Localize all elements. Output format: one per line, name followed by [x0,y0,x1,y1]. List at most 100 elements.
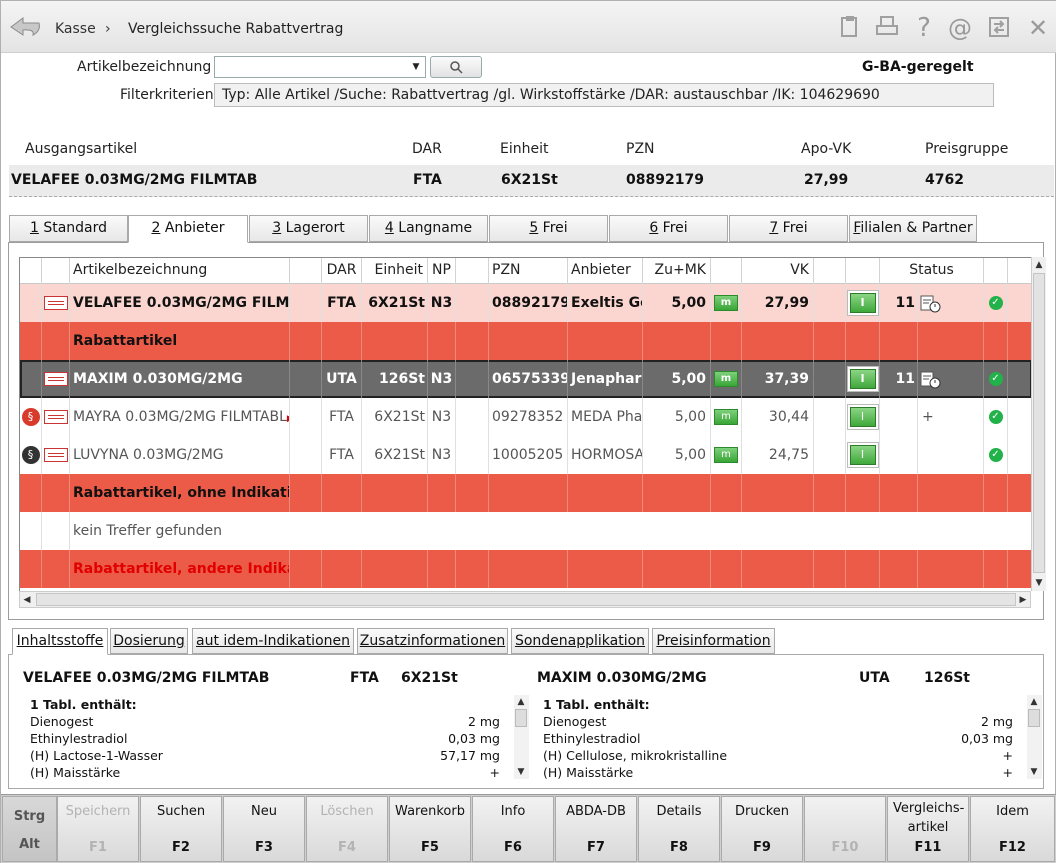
function-key-code: F9 [753,840,771,855]
function-key-f3[interactable]: Neu F3 [223,796,305,862]
scroll-thumb[interactable] [1028,709,1040,727]
info-i-button[interactable]: I [849,293,876,313]
switch-window-icon[interactable] [986,15,1012,41]
function-key-f7[interactable]: ABDA-DB F7 [555,796,637,862]
tab-frei-6[interactable]: 6 Frei [609,215,728,242]
grid-header: Artikelbezeichnung DAR Einheit NP PZN An… [20,258,1031,284]
table-row-selected[interactable]: MAXIM 0.030MG/2MG UTA 126St N3 06575339 … [20,360,1031,398]
scroll-thumb[interactable] [1033,273,1045,573]
col-blank2 [456,258,489,284]
function-key-label: Idem [996,804,1029,819]
ingredient-line: (H) Maisstärke + [30,765,500,780]
function-key-f6[interactable]: Info F6 [472,796,554,862]
scroll-up-icon[interactable]: ▲ [1032,258,1046,272]
col-blank [290,258,322,284]
scroll-down-icon[interactable]: ▼ [1032,576,1046,590]
row-dar: FTA [322,398,362,436]
tab-preisinformation[interactable]: Preisinformation [652,628,775,654]
tab-sondenapplikation[interactable]: Sondenapplikation [511,628,649,654]
tab-frei-5[interactable]: 5 Frei [489,215,608,242]
tab-zusatzinformationen[interactable]: Zusatzinformationen [357,628,508,654]
back-arrow-icon[interactable] [9,15,43,39]
function-key-f5[interactable]: Warenkorb F5 [389,796,471,862]
filter-label: Filterkriterien [120,87,214,103]
check-ok-icon: ✓ [988,296,1003,310]
table-row[interactable]: § LUVYNA 0.03MG/2MG FTA 6X21St N3 100052… [20,436,1031,474]
function-key-f9[interactable]: Drucken F9 [721,796,803,862]
close-icon[interactable]: ✕ [1025,15,1051,41]
ingredient-line: 1 Tabl. enthält: [543,697,650,712]
row-vk: 27,99 [742,284,814,322]
row-pzn: 10005205 [489,436,568,474]
col-check [984,258,1008,284]
source-article-einheit: 6X21St [501,172,558,188]
help-icon[interactable]: ? [911,15,937,41]
row-einheit: 6X21St [362,398,428,436]
col-anbieter[interactable]: Anbieter [568,258,643,284]
at-mail-icon[interactable]: @ [947,15,973,41]
printer-icon[interactable] [874,15,900,41]
col-dar[interactable]: DAR [322,258,362,284]
row-np: N3 [428,360,456,398]
function-key-f12[interactable]: Idem F12 [970,796,1055,862]
article-search-input[interactable]: ▼ [214,56,426,78]
function-key-f8[interactable]: Details F8 [638,796,720,862]
tab-frei-7[interactable]: 7 Frei [729,215,848,242]
info-i-button[interactable]: I [849,407,876,427]
col-einheit[interactable]: Einheit [362,258,428,284]
scroll-down-icon[interactable]: ▼ [514,765,528,779]
col-pzn[interactable]: PZN [489,258,568,284]
col-vk[interactable]: VK [742,258,814,284]
scroll-down-icon[interactable]: ▼ [1027,765,1041,779]
grid-horizontal-scrollbar[interactable]: ◀ ▶ [19,591,1031,608]
col-status[interactable]: Status [880,258,984,284]
title-bar: Kasse › Vergleichssuche Rabattvertrag ? … [1,1,1056,53]
col-blank3 [814,258,846,284]
scroll-up-icon[interactable]: ▲ [514,695,528,709]
table-row[interactable]: § MAYRA 0.03MG/2MG FILMTABL▶ FTA 6X21St … [20,398,1031,436]
tab-anbieter[interactable]: 2 Anbieter [128,215,248,243]
col-zu-mk[interactable]: Zu+MK [643,258,711,284]
ingredient-line: (H) Cellulose, mikrokristalline + [543,748,1013,763]
tab-langname[interactable]: 4 Langname [369,215,488,242]
source-article-apovk: 27,99 [804,172,849,188]
left-ingredients-scrollbar[interactable]: ▲ ▼ [514,695,529,779]
tab-filialen-partner[interactable]: Filialen & Partner [849,215,977,242]
dropdown-arrow-icon[interactable]: ▼ [409,59,423,75]
col-end [1008,258,1031,284]
info-i-button[interactable]: I [849,445,876,465]
function-key-f2[interactable]: Suchen F2 [140,796,222,862]
info-i-button[interactable]: I [849,369,876,389]
table-row[interactable]: VELAFEE 0.03MG/2MG FILMTA FTA 6X21St N3 … [20,284,1031,322]
function-key-f11[interactable]: Vergleichs-artikel F11 [887,796,969,862]
right-ingredients-scrollbar[interactable]: ▲ ▼ [1027,695,1042,779]
scroll-left-icon[interactable]: ◀ [20,593,34,607]
row-stock [880,436,918,474]
ingredient-line: Ethinylestradiol 0,03 mg [30,731,500,746]
ingredient-line: Ethinylestradiol 0,03 mg [543,731,1013,746]
col-apo-vk: Apo-VK [801,141,852,157]
row-np: N3 [428,398,456,436]
grid-vertical-scrollbar[interactable]: ▲ ▼ [1031,257,1046,591]
col-artikelbezeichnung[interactable]: Artikelbezeichnung [70,258,290,284]
scroll-thumb[interactable] [36,593,1016,606]
scroll-right-icon[interactable]: ▶ [1016,593,1030,607]
col-source-article: Ausgangsartikel [25,141,138,157]
search-button[interactable] [430,56,482,78]
scroll-up-icon[interactable]: ▲ [1027,695,1041,709]
col-einheit: Einheit [500,141,549,157]
breadcrumb-kasse[interactable]: Kasse [55,21,96,37]
tab-inhaltsstoffe[interactable]: Inhaltsstoffe [12,628,108,655]
check-ok-icon: ✓ [988,448,1003,462]
tab-aut-idem-indikationen[interactable]: aut idem-Indikationen [192,628,354,654]
modifier-keys[interactable]: Strg Alt [2,796,57,862]
clipboard-icon[interactable] [837,15,863,41]
tab-standard[interactable]: 1 Standard [9,215,128,242]
scroll-thumb[interactable] [515,709,527,727]
tab-lagerort[interactable]: 3 Lagerort [249,215,368,242]
tab-dosierung[interactable]: Dosierung [110,628,188,654]
row-name: MAYRA 0.03MG/2MG FILMTABL▶ [70,398,290,436]
col-np[interactable]: NP [428,258,456,284]
function-key-label: Vergleichs-artikel [893,801,965,835]
group-label: Rabattartikel, ohne Indikatione [70,474,290,512]
